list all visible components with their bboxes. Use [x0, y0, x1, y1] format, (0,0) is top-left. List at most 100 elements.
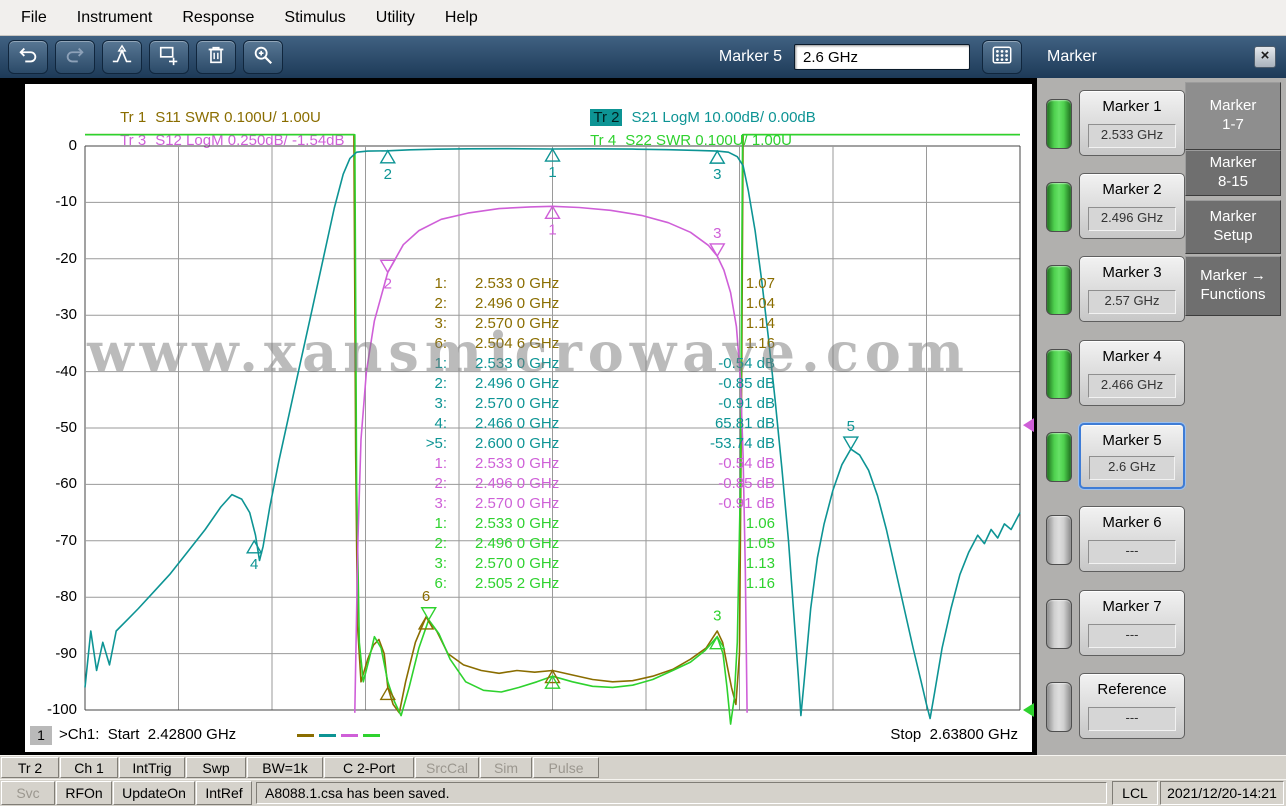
- marker-glyph-2[interactable]: [379, 149, 396, 164]
- chart-footer: 1 >Ch1: Start 2.42800 GHz Stop 2.63800 G…: [25, 726, 1032, 746]
- tab-marker-8-15[interactable]: Marker 8-15: [1185, 150, 1281, 196]
- menu-item-utility[interactable]: Utility: [361, 6, 430, 30]
- marker-button-label: Marker 5: [1102, 432, 1162, 449]
- marker-led-marker-1[interactable]: [1046, 99, 1072, 149]
- readout-row: 1: 2.533 0 GHz 1.07: [385, 274, 775, 294]
- marker-glyph-3[interactable]: [709, 149, 726, 164]
- start-frequency-label: >Ch1: Start 2.42800 GHz: [59, 726, 237, 743]
- marker-readout-table: 1: 2.533 0 GHz 1.07 2: 2.496 0 GHz 1.04 3: 2.57…: [385, 274, 775, 594]
- readout-row: 1: 2.533 0 GHz -0.54 dB: [385, 354, 775, 374]
- marker-led-marker-2[interactable]: [1046, 182, 1072, 232]
- readout-frequency: 2.496 0 GHz: [475, 475, 560, 492]
- menu-item-instrument[interactable]: Instrument: [62, 6, 168, 30]
- marker-button-label: Marker 3: [1102, 264, 1162, 281]
- marker-button-marker-7[interactable]: Marker 7 ---: [1079, 590, 1185, 656]
- marker-button-marker-3[interactable]: Marker 3 2.57 GHz: [1079, 256, 1185, 322]
- readout-index: 3:: [434, 555, 447, 572]
- trace-key-green: [363, 734, 380, 737]
- toolbar: Marker 5: [0, 36, 1037, 78]
- readout-value: 1.04: [745, 295, 775, 312]
- readout-row: 3: 2.570 0 GHz 1.14: [385, 314, 775, 334]
- add-marker-button[interactable]: [102, 40, 142, 74]
- status-tab-tr-2[interactable]: Tr 2: [1, 757, 59, 778]
- readout-row: 1: 2.533 0 GHz -0.54 dB: [385, 454, 775, 474]
- readout-index: 2:: [434, 295, 447, 312]
- marker-glyph-5[interactable]: [842, 436, 860, 451]
- marker-button-value: ---: [1088, 540, 1176, 564]
- marker-led-marker-5[interactable]: [1046, 432, 1072, 482]
- menu-item-stimulus[interactable]: Stimulus: [269, 6, 360, 30]
- status-bar-bottom: Svc RFOn UpdateOn IntRef A8088.1.csa has be…: [0, 779, 1286, 806]
- marker-button-label: Marker 1: [1102, 98, 1162, 115]
- readout-value: -53.74 dB: [709, 435, 775, 452]
- readout-index: 2:: [434, 375, 447, 392]
- readout-index: 4:: [434, 415, 447, 432]
- reference-level-arrow: [1023, 703, 1034, 717]
- readout-index: 1:: [434, 455, 447, 472]
- status-tab-c-2-port[interactable]: C 2-Port: [324, 757, 414, 778]
- readout-frequency: 2.505 2 GHz: [475, 575, 560, 592]
- trace-key-olive: [297, 734, 314, 737]
- readout-frequency: 2.533 0 GHz: [475, 455, 560, 472]
- zoom-in-button[interactable]: [243, 40, 283, 74]
- readout-frequency: 2.466 0 GHz: [475, 415, 560, 432]
- status-toggles: Svc RFOn UpdateOn IntRef: [0, 780, 252, 806]
- status-tab-ch-1[interactable]: Ch 1: [60, 757, 118, 778]
- marker-led-marker-7[interactable]: [1046, 599, 1072, 649]
- status-tab-srccal: SrcCal: [415, 757, 479, 778]
- marker-led-marker-6[interactable]: [1046, 515, 1072, 565]
- keypad-button[interactable]: [982, 40, 1022, 74]
- panel-header: Marker ×: [1037, 36, 1286, 78]
- marker-button-marker-2[interactable]: Marker 2 2.496 GHz: [1079, 173, 1185, 239]
- marker-button-reference[interactable]: Reference ---: [1079, 673, 1185, 739]
- delete-button[interactable]: [196, 40, 236, 74]
- menu-item-file[interactable]: File: [6, 6, 62, 30]
- status-toggle-updateon[interactable]: UpdateOn: [113, 781, 195, 805]
- marker-led-marker-4[interactable]: [1046, 349, 1072, 399]
- trace-key-magenta: [341, 734, 358, 737]
- panel-title: Marker: [1047, 48, 1097, 65]
- tab-marker-setup[interactable]: Marker Setup: [1185, 200, 1281, 254]
- marker-button-label: Marker 6: [1102, 514, 1162, 531]
- readout-row: 4: 2.466 0 GHz 65.81 dB: [385, 414, 775, 434]
- marker-led-reference[interactable]: [1046, 682, 1072, 732]
- marker-button-marker-4[interactable]: Marker 4 2.466 GHz: [1079, 340, 1185, 406]
- marker-button-value: 2.533 GHz: [1088, 124, 1176, 148]
- readout-value: 1.16: [745, 575, 775, 592]
- status-tab-inttrig[interactable]: IntTrig: [119, 757, 185, 778]
- tab-marker-functions[interactable]: Marker → Functions: [1185, 256, 1281, 316]
- marker-button-marker-1[interactable]: Marker 1 2.533 GHz: [1079, 90, 1185, 156]
- readout-row: 2: 2.496 0 GHz 1.04: [385, 294, 775, 314]
- channel-indicator[interactable]: 1: [30, 726, 52, 745]
- readout-index: 1:: [434, 515, 447, 532]
- readout-frequency: 2.533 0 GHz: [475, 355, 560, 372]
- marker-button-marker-5[interactable]: Marker 5 2.6 GHz: [1079, 423, 1185, 489]
- readout-frequency: 2.570 0 GHz: [475, 495, 560, 512]
- status-toggle-intref[interactable]: IntRef: [196, 781, 252, 805]
- capture-button[interactable]: [149, 40, 189, 74]
- close-icon[interactable]: ×: [1254, 46, 1276, 68]
- readout-index: 3:: [434, 315, 447, 332]
- marker-button-value: 2.57 GHz: [1088, 290, 1176, 314]
- readout-value: -0.54 dB: [718, 455, 775, 472]
- marker-glyph-6[interactable]: [420, 607, 437, 622]
- readout-value: 1.05: [745, 535, 775, 552]
- status-toggle-rfon[interactable]: RFOn: [56, 781, 112, 805]
- mode-indicator[interactable]: LCL: [1112, 781, 1158, 805]
- menu-item-help[interactable]: Help: [430, 6, 493, 30]
- status-tab-swp[interactable]: Swp: [186, 757, 246, 778]
- menu-item-response[interactable]: Response: [167, 6, 269, 30]
- marker-button-marker-6[interactable]: Marker 6 ---: [1079, 506, 1185, 572]
- undo-button[interactable]: [8, 40, 48, 74]
- marker-side-panel: Marker × Marker 1 2.533 GHz Marker 2 2.496 …: [1037, 36, 1286, 755]
- delete-icon: [205, 44, 227, 71]
- readout-value: 1.13: [745, 555, 775, 572]
- status-tab-bw-1k[interactable]: BW=1k: [247, 757, 323, 778]
- marker-frequency-input[interactable]: [794, 44, 970, 70]
- y-tick-label: -30: [55, 306, 77, 324]
- marker-glyph-label-2: 2: [384, 166, 392, 183]
- tab-marker-1-7[interactable]: Marker 1-7: [1185, 82, 1281, 150]
- marker-led-marker-3[interactable]: [1046, 265, 1072, 315]
- marker-button-label: Reference: [1097, 681, 1167, 698]
- marker-glyph-4[interactable]: [245, 539, 263, 554]
